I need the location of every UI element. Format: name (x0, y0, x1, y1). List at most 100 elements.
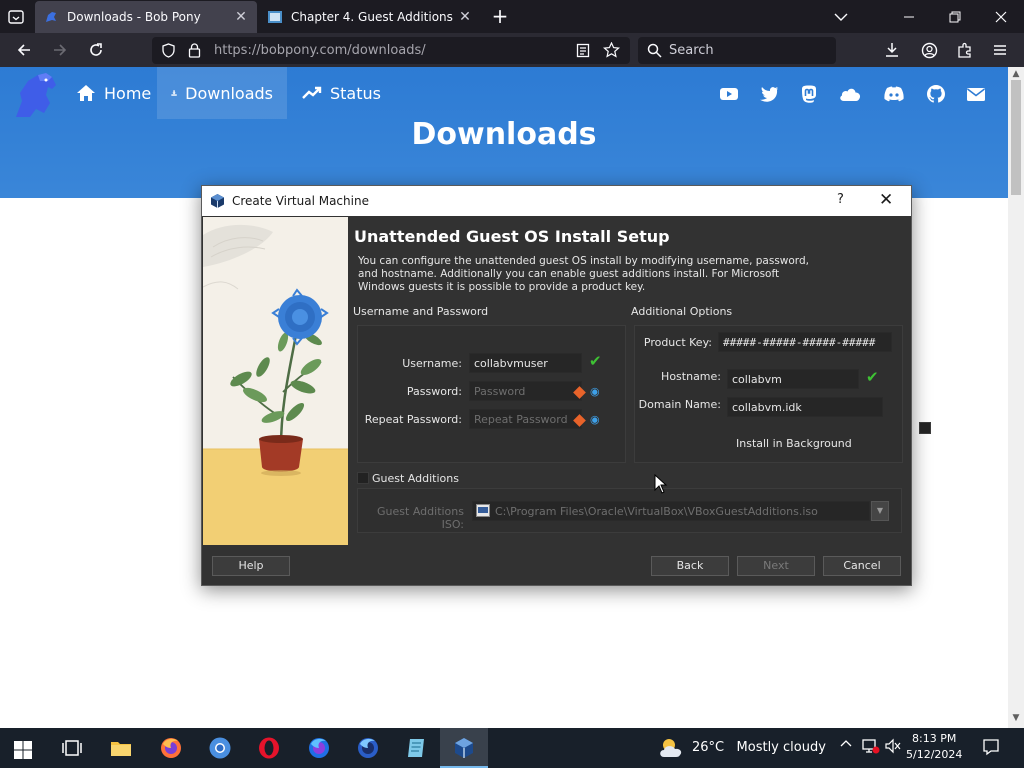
email-icon[interactable] (966, 84, 986, 104)
virtualbox-app-icon (211, 194, 224, 208)
windows-start-icon[interactable] (13, 738, 33, 762)
bobpony-favicon-icon (46, 12, 56, 22)
virtualbox-docs-favicon-icon (268, 11, 282, 23)
show-password-eye-icon[interactable]: ◉ (590, 385, 600, 398)
next-button[interactable]: Next (737, 556, 815, 576)
scroll-down-arrow-icon[interactable]: ▼ (1008, 713, 1024, 727)
tab-chapter-4-guest-additions[interactable]: Chapter 4. Guest Additions ✕ (259, 1, 481, 33)
nav-status-link[interactable]: Status (288, 67, 395, 119)
install-in-background-checkbox[interactable] (919, 422, 931, 434)
nav-downloads-link[interactable]: Downloads (157, 67, 287, 119)
notifications-icon[interactable] (982, 738, 1000, 760)
lock-icon[interactable] (188, 43, 201, 58)
browser-tab-bar: Downloads - Bob Pony ✕ Chapter 4. Guest … (0, 0, 1024, 33)
bookmark-star-icon[interactable] (603, 42, 620, 58)
restore-window-icon[interactable] (932, 0, 978, 33)
reload-icon[interactable] (84, 38, 108, 62)
tracking-protection-shield-icon[interactable] (161, 43, 176, 58)
task-view-icon[interactable] (60, 736, 84, 760)
hostname-input[interactable]: collabvm (727, 369, 859, 389)
show-hidden-icons-chevron-icon[interactable] (840, 738, 852, 754)
discord-icon[interactable] (883, 84, 905, 104)
repeat-password-label: Repeat Password: (364, 413, 462, 426)
search-placeholder: Search (669, 43, 714, 58)
network-icon[interactable] (862, 738, 880, 758)
nav-home-label: Home (104, 83, 152, 103)
new-tab-plus-icon[interactable]: + (490, 6, 510, 26)
close-window-icon[interactable] (978, 0, 1024, 33)
close-tab-icon[interactable]: ✕ (233, 9, 249, 25)
tab-downloads-bob-pony[interactable]: Downloads - Bob Pony ✕ (35, 1, 257, 33)
product-key-label: Product Key: (643, 336, 712, 349)
username-label: Username: (402, 357, 462, 370)
install-in-background-label[interactable]: Install in Background (736, 437, 852, 450)
scrollbar-thumb[interactable] (1011, 80, 1021, 195)
product-key-input[interactable]: #####-#####-#####-##### (718, 332, 892, 352)
youtube-icon[interactable] (719, 84, 739, 104)
chromium-icon[interactable] (208, 736, 232, 760)
domain-name-input[interactable]: collabvm.idk (727, 397, 883, 417)
weather-widget[interactable]: 26°C Mostly cloudy (692, 740, 826, 755)
minimize-window-icon[interactable] (886, 0, 932, 33)
back-button[interactable]: Back (651, 556, 729, 576)
file-explorer-icon[interactable] (109, 736, 133, 760)
twitter-icon[interactable] (759, 84, 779, 104)
extensions-puzzle-icon[interactable] (953, 38, 977, 62)
volume-muted-icon[interactable] (885, 738, 901, 758)
page-title: Downloads (411, 117, 597, 152)
search-bar[interactable]: Search (638, 37, 836, 64)
windows-taskbar: 26°C Mostly cloudy 8:13 PM 5/12/2024 (0, 728, 1024, 768)
wizard-description: You can configure the unattended guest O… (358, 255, 809, 293)
virtualbox-icon[interactable] (452, 736, 476, 760)
bobpony-logo-icon[interactable] (10, 71, 62, 121)
iso-dropdown-arrow-icon: ▼ (871, 501, 889, 521)
iso-path-text: C:\Program Files\Oracle\VirtualBox\VBoxG… (495, 505, 818, 518)
mouse-pointer-icon (654, 474, 668, 494)
url-host: https://bobpony.com (214, 43, 348, 58)
firefox-icon[interactable] (159, 736, 183, 760)
account-icon[interactable] (917, 38, 941, 62)
back-arrow-icon[interactable] (12, 38, 36, 62)
reader-view-icon[interactable] (576, 43, 590, 58)
repeat-password-input[interactable]: Repeat Password (469, 409, 582, 429)
address-bar[interactable]: https://bobpony.com/downloads/ (152, 37, 630, 64)
help-button[interactable]: Help (212, 556, 290, 576)
dialog-title-bar[interactable]: Create Virtual Machine ? ✕ (202, 186, 911, 216)
weather-cloudy-icon[interactable] (658, 737, 686, 759)
tab-title: Chapter 4. Guest Additions (291, 10, 453, 24)
nav-home-link[interactable]: Home (62, 67, 165, 119)
guest-additions-label[interactable]: Guest Additions (372, 472, 459, 485)
browser-navigation-bar: https://bobpony.com/downloads/ Search (0, 33, 1024, 67)
firefox-developer-icon[interactable] (307, 736, 331, 760)
guest-additions-checkbox[interactable] (357, 472, 369, 484)
url-text: https://bobpony.com/downloads/ (214, 43, 426, 58)
opera-icon[interactable] (257, 736, 281, 760)
mastodon-icon[interactable] (799, 84, 819, 104)
downloads-arrow-icon[interactable] (880, 38, 904, 62)
list-all-tabs-chevron-icon[interactable] (818, 0, 864, 33)
nav-downloads-label: Downloads (185, 83, 273, 103)
tab-list-icon[interactable] (6, 7, 26, 27)
system-clock[interactable]: 8:13 PM 5/12/2024 (906, 731, 962, 763)
dialog-button-row: Help Back Next Cancel (202, 547, 911, 585)
show-repeat-password-eye-icon[interactable]: ◉ (590, 413, 600, 426)
hamburger-menu-icon[interactable] (988, 38, 1012, 62)
guest-additions-iso-label: Guest Additions ISO: (377, 505, 464, 531)
site-header-banner: Home Downloads Status Downloads (0, 67, 1008, 198)
firefox-nightly-icon[interactable] (356, 736, 380, 760)
url-path: /downloads/ (347, 43, 426, 58)
clock-time: 8:13 PM (912, 732, 957, 745)
password-input[interactable]: Password (469, 381, 582, 401)
close-tab-icon[interactable]: ✕ (457, 9, 473, 25)
context-help-icon[interactable]: ? (837, 192, 844, 207)
cloud-icon[interactable] (838, 84, 862, 104)
username-input[interactable]: collabvmuser (469, 353, 582, 373)
forward-arrow-icon[interactable] (48, 38, 72, 62)
username-password-group-label: Username and Password (353, 305, 489, 318)
hostname-valid-check-icon: ✔ (866, 368, 879, 386)
notepad-icon[interactable] (405, 736, 429, 760)
github-icon[interactable] (926, 84, 946, 104)
wizard-heading: Unattended Guest OS Install Setup (354, 227, 670, 246)
cancel-button[interactable]: Cancel (823, 556, 901, 576)
dialog-close-icon[interactable]: ✕ (879, 190, 893, 210)
